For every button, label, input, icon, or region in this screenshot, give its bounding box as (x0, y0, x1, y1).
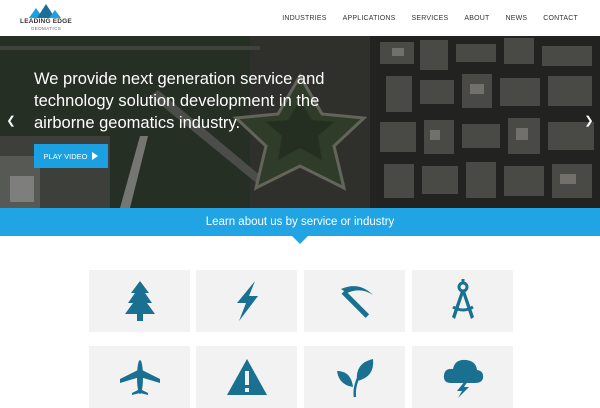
chevron-left-icon[interactable]: ❮ (4, 114, 18, 128)
nav-item-about[interactable]: ABOUT (464, 15, 489, 22)
chevron-right-icon[interactable]: ❯ (582, 114, 596, 128)
warning-icon (226, 359, 267, 395)
lightning-icon (236, 281, 258, 321)
site-logo[interactable]: LEADING EDGE GEOMATICS (16, 4, 76, 32)
leaf-icon (336, 359, 373, 398)
tile-emergency[interactable] (196, 346, 297, 408)
tile-engineering[interactable] (412, 270, 513, 332)
tree-icon (124, 281, 155, 321)
pickaxe-icon (340, 286, 373, 318)
tile-aviation[interactable] (89, 346, 190, 408)
tile-utilities[interactable] (196, 270, 297, 332)
tile-weather[interactable] (412, 346, 513, 408)
nav-item-industries[interactable]: INDUSTRIES (282, 15, 326, 22)
mountains-logo-icon (29, 4, 61, 18)
hero-banner: We provide next generation service and t… (0, 36, 600, 208)
nav-item-applications[interactable]: APPLICATIONS (343, 15, 396, 22)
nav-item-services[interactable]: SERVICES (411, 15, 448, 22)
band-text: Learn about us by service or industry (205, 216, 395, 228)
tile-mining[interactable] (304, 270, 405, 332)
band-notch (292, 236, 308, 244)
logo-name: LEADING EDGE (20, 18, 72, 25)
main-nav: INDUSTRIES APPLICATIONS SERVICES ABOUT N… (282, 0, 578, 36)
tile-forestry[interactable] (89, 270, 190, 332)
play-video-label: PLAY VIDEO (43, 151, 88, 161)
airplane-icon (119, 360, 160, 395)
logo-subtitle: GEOMATICS (30, 26, 62, 31)
storm-cloud-icon (443, 359, 483, 398)
compass-icon (451, 279, 474, 319)
tile-environment[interactable] (304, 346, 405, 408)
site-header: LEADING EDGE GEOMATICS INDUSTRIES APPLIC… (0, 0, 600, 36)
play-video-button[interactable]: PLAY VIDEO (34, 144, 108, 168)
nav-item-contact[interactable]: CONTACT (543, 15, 578, 22)
nav-item-news[interactable]: NEWS (505, 15, 527, 22)
hero-headline: We provide next generation service and t… (34, 70, 325, 132)
service-industry-band: Learn about us by service or industry (0, 208, 600, 244)
play-icon (92, 152, 99, 160)
